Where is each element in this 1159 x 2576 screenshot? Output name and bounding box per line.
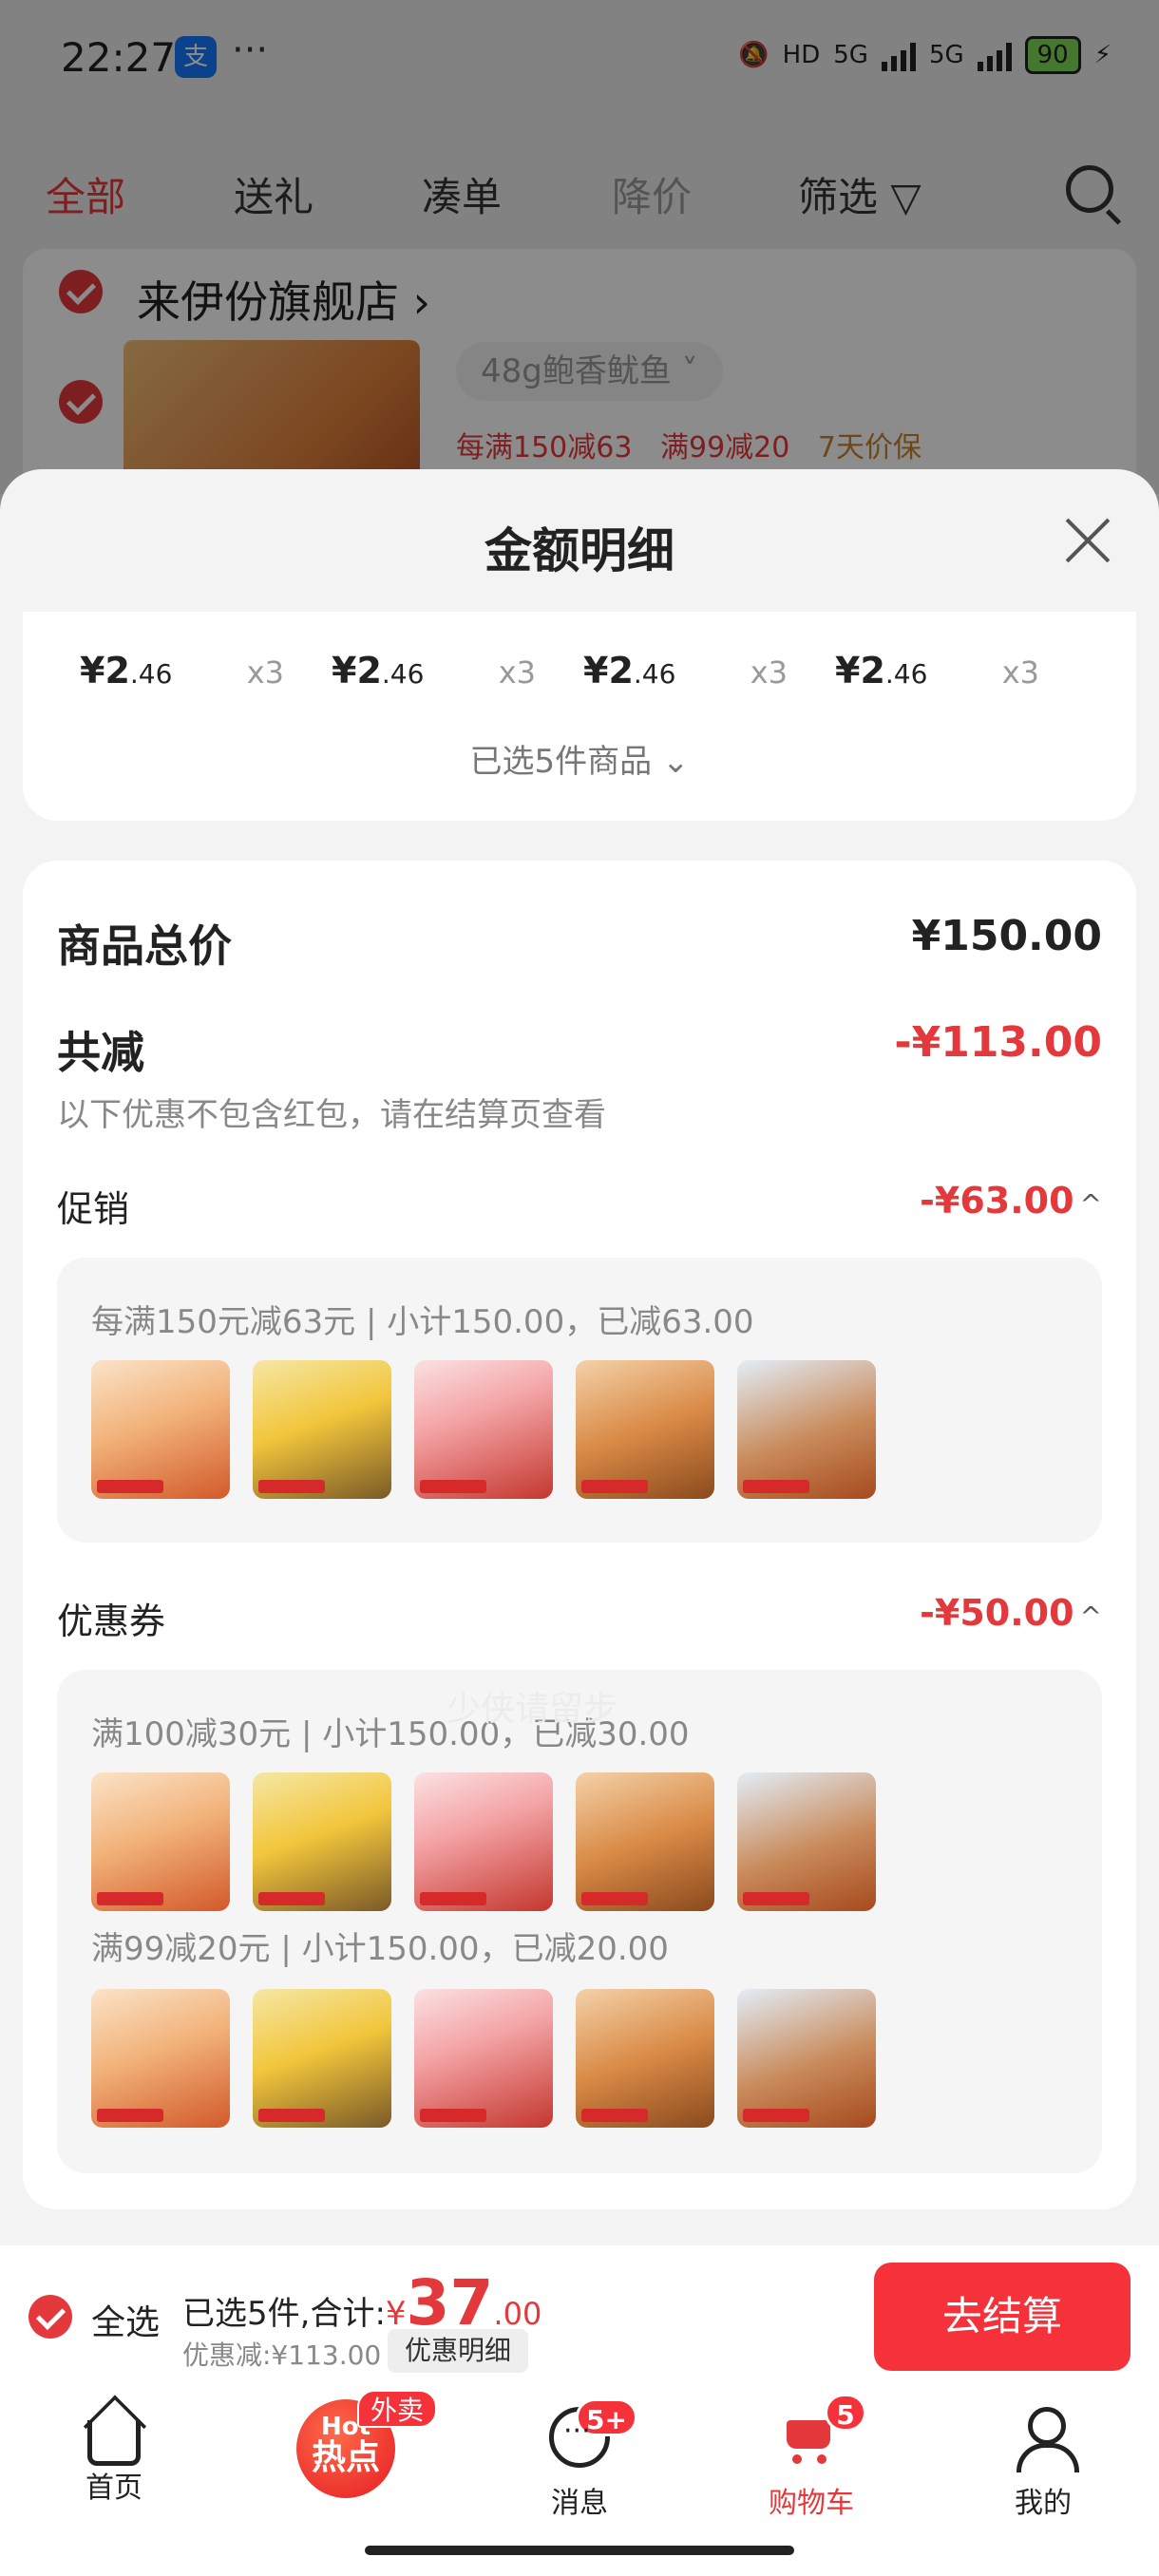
item-qty: x3	[1001, 654, 1039, 691]
summary-decimals: .00	[493, 2296, 542, 2332]
total-price-row: 商品总价 ¥150.00	[57, 912, 1102, 975]
hot-main-label: 热点	[311, 2438, 380, 2477]
chevron-up-icon: ^	[1079, 1188, 1102, 1220]
promo-row[interactable]: 促销 -¥63.00 ^	[57, 1180, 1102, 1232]
promo-rule: 每满150元减63元 | 小计150.00，已减63.00	[91, 1303, 754, 1341]
dim-overlay[interactable]	[0, 0, 1159, 494]
item-price-row: ¥2.46 x3 ¥2.46 x3 ¥2.46 x3 ¥2.46 x3	[80, 650, 1087, 691]
tab-cart-label: 购物车	[769, 2487, 854, 2520]
product-thumb[interactable]	[737, 1772, 876, 1911]
checkout-button[interactable]: 去结算	[874, 2263, 1130, 2371]
item-price: ¥2.46	[332, 650, 425, 691]
item-price-cell: ¥2.46 x3	[332, 650, 583, 691]
home-indicator[interactable]	[365, 2546, 794, 2555]
coupon-box: 满100减30元 | 小计150.00，已减30.00 满99减20元 | 小计…	[57, 1670, 1102, 2173]
cart-badge: 5	[825, 2394, 866, 2432]
summary-yen: ¥	[385, 2295, 407, 2333]
product-thumb[interactable]	[576, 1989, 714, 2128]
product-thumb[interactable]	[91, 1989, 230, 2128]
checkout-bar: 全选 已选5件,合计:¥37.00 优惠减:¥113.00 优惠明细 去结算	[0, 2245, 1159, 2388]
close-icon[interactable]	[1062, 515, 1113, 566]
product-thumb[interactable]	[737, 1989, 876, 2128]
cart-icon: 5	[781, 2394, 866, 2468]
background-page: 22:27 支 ··· 🔕 HD 5G 5G 90 ⚡ 全部 送礼 凑单 降价 …	[0, 0, 1159, 534]
discount-label: 共减	[57, 1027, 144, 1078]
product-thumb[interactable]	[253, 1989, 391, 2128]
tab-me[interactable]: 我的	[967, 2407, 1119, 2521]
total-price-label: 商品总价	[57, 920, 232, 972]
item-price: ¥2.46	[80, 650, 173, 691]
item-price-cell: ¥2.46 x3	[835, 650, 1087, 691]
item-qty: x3	[498, 654, 536, 691]
promo-value: -¥63.00 ^	[920, 1180, 1102, 1222]
item-price-cell: ¥2.46 x3	[583, 650, 835, 691]
item-price: ¥2.46	[583, 650, 676, 691]
hot-takeout-button[interactable]: Hot 热点 外卖	[296, 2390, 438, 2498]
price-breakdown-card: 商品总价 ¥150.00 共减 -¥113.00 以下优惠不包含红包，请在结算页…	[23, 861, 1136, 2209]
select-all-check-icon[interactable]	[28, 2295, 72, 2339]
discount-detail-button[interactable]: 优惠明细	[388, 2329, 529, 2373]
product-thumb[interactable]	[576, 1360, 714, 1499]
coupon-thumbs-1	[91, 1772, 876, 1911]
promo-thumbs	[91, 1360, 876, 1499]
item-price-cell: ¥2.46 x3	[80, 650, 332, 691]
product-thumb[interactable]	[414, 1772, 553, 1911]
item-qty: x3	[246, 654, 284, 691]
saved-amount: 优惠减:¥113.00	[182, 2339, 382, 2371]
product-thumb[interactable]	[737, 1360, 876, 1499]
promo-box: 每满150元减63元 | 小计150.00，已减63.00	[57, 1258, 1102, 1543]
tab-cart[interactable]: 5 购物车	[735, 2394, 887, 2521]
discount-row: 共减 -¥113.00	[57, 1018, 1102, 1081]
coupon-rule-2: 满99减20元 | 小计150.00，已减20.00	[91, 1930, 669, 1968]
select-all-label[interactable]: 全选	[91, 2295, 160, 2344]
coupon-thumbs-2	[91, 1989, 876, 2128]
discount-note: 以下优惠不包含红包，请在结算页查看	[57, 1096, 606, 1134]
tab-messages-label: 消息	[551, 2487, 608, 2520]
watermark: 少侠请留步	[446, 1690, 618, 1729]
product-thumb[interactable]	[414, 1989, 553, 2128]
selected-count-toggle[interactable]: 已选5件商品 ⌄	[23, 735, 1136, 782]
product-thumb[interactable]	[576, 1772, 714, 1911]
item-qty: x3	[750, 654, 788, 691]
tab-home-label: 首页	[86, 2472, 142, 2505]
promo-label: 促销	[57, 1188, 130, 1230]
tab-messages[interactable]: 5+ 消息	[504, 2398, 656, 2521]
messages-badge: 5+	[576, 2398, 637, 2436]
coupon-row[interactable]: 优惠券 -¥50.00 ^	[57, 1592, 1102, 1644]
summary-prefix: 已选5件,合计:	[182, 2295, 386, 2333]
tab-home[interactable]: 首页	[38, 2407, 190, 2506]
home-icon	[87, 2420, 141, 2466]
takeout-badge: 外卖	[357, 2390, 438, 2428]
product-thumb[interactable]	[253, 1360, 391, 1499]
total-price-value: ¥150.00	[911, 912, 1102, 960]
discount-value: -¥113.00	[894, 1018, 1102, 1067]
user-icon	[1013, 2407, 1079, 2472]
coupon-value: -¥50.00 ^	[920, 1592, 1102, 1634]
coupon-label: 优惠券	[57, 1601, 166, 1642]
product-thumb[interactable]	[91, 1772, 230, 1911]
chevron-up-icon: ^	[1079, 1601, 1102, 1632]
selected-items-card: ¥2.46 x3 ¥2.46 x3 ¥2.46 x3 ¥2.46 x3 已选5件…	[23, 612, 1136, 821]
message-icon: 5+	[549, 2398, 637, 2468]
product-thumb[interactable]	[253, 1772, 391, 1911]
item-price: ¥2.46	[835, 650, 928, 691]
product-thumb[interactable]	[91, 1360, 230, 1499]
sheet-title: 金额明细	[484, 523, 674, 578]
product-thumb[interactable]	[414, 1360, 553, 1499]
tab-me-label: 我的	[1015, 2487, 1072, 2520]
